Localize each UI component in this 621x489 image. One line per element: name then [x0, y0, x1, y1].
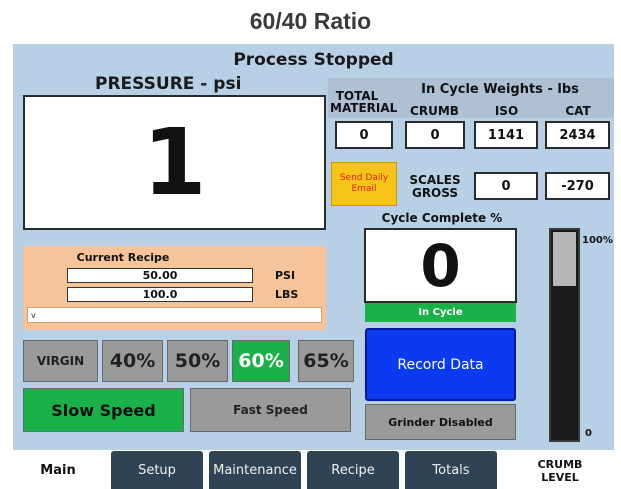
crumb-weight-value: 0: [405, 121, 465, 149]
cycle-complete-value: 0: [420, 231, 461, 300]
fast-speed-button[interactable]: Fast Speed: [190, 388, 351, 432]
crumb-level-label: CRUMB LEVEL: [537, 458, 583, 484]
page-title: 60/40 Ratio: [249, 8, 372, 34]
gauge-min-label: 0: [585, 428, 592, 439]
ratio-button-40[interactable]: 40%: [102, 340, 163, 382]
tab-setup[interactable]: Setup: [111, 451, 203, 489]
current-recipe-panel: Current Recipe 50.00 PSI 100.0 LBS v: [23, 246, 326, 330]
cycle-status-badge: In Cycle: [365, 303, 516, 322]
recipe-psi-unit: PSI: [275, 269, 296, 282]
pressure-label: PRESSURE - psi: [95, 74, 242, 94]
send-daily-email-button[interactable]: Send Daily Email: [331, 162, 397, 206]
gauge-max-label: 100%: [582, 235, 613, 246]
cat-column-label: CAT: [565, 104, 591, 118]
crumb-level-fill: [553, 232, 576, 286]
iso-weight-value: 1141: [474, 121, 538, 149]
ratio-button-60[interactable]: 60%: [232, 340, 290, 382]
cat-weight-value: 2434: [545, 121, 610, 149]
pressure-display: 1: [23, 95, 326, 230]
total-material-label: TOTAL MATERIAL: [330, 89, 398, 115]
tab-main[interactable]: Main: [13, 451, 103, 489]
scales-gross-label: SCALES GROSS: [409, 173, 461, 200]
scales-gross-value-2: -270: [545, 172, 610, 200]
iso-column-label: ISO: [494, 104, 519, 118]
recipe-lbs-unit: LBS: [275, 288, 299, 301]
slow-speed-button[interactable]: Slow Speed: [23, 388, 184, 432]
total-material-value: 0: [335, 121, 393, 149]
recipe-psi-field[interactable]: 50.00: [67, 268, 253, 283]
recipe-name-field[interactable]: v: [27, 307, 322, 323]
tab-maintenance[interactable]: Maintenance: [209, 451, 301, 489]
cycle-complete-label: Cycle Complete %: [381, 211, 503, 225]
crumb-level-gauge: [549, 228, 580, 442]
ratio-button-50[interactable]: 50%: [167, 340, 228, 382]
recipe-title: Current Recipe: [76, 251, 170, 264]
weights-title: In Cycle Weights - lbs: [421, 82, 579, 97]
scales-gross-value-1: 0: [474, 172, 538, 200]
crumb-column-label: CRUMB: [410, 104, 459, 118]
pressure-value: 1: [142, 108, 207, 216]
cycle-complete-display: 0: [364, 228, 517, 303]
tab-totals[interactable]: Totals: [405, 451, 497, 489]
recipe-lbs-field[interactable]: 100.0: [67, 287, 253, 302]
ratio-button-65[interactable]: 65%: [298, 340, 354, 382]
grinder-status: Grinder Disabled: [365, 404, 516, 440]
process-status: Process Stopped: [233, 50, 394, 70]
ratio-button-virgin[interactable]: VIRGIN: [23, 340, 98, 382]
tab-recipe[interactable]: Recipe: [307, 451, 399, 489]
record-data-button[interactable]: Record Data: [365, 328, 516, 401]
